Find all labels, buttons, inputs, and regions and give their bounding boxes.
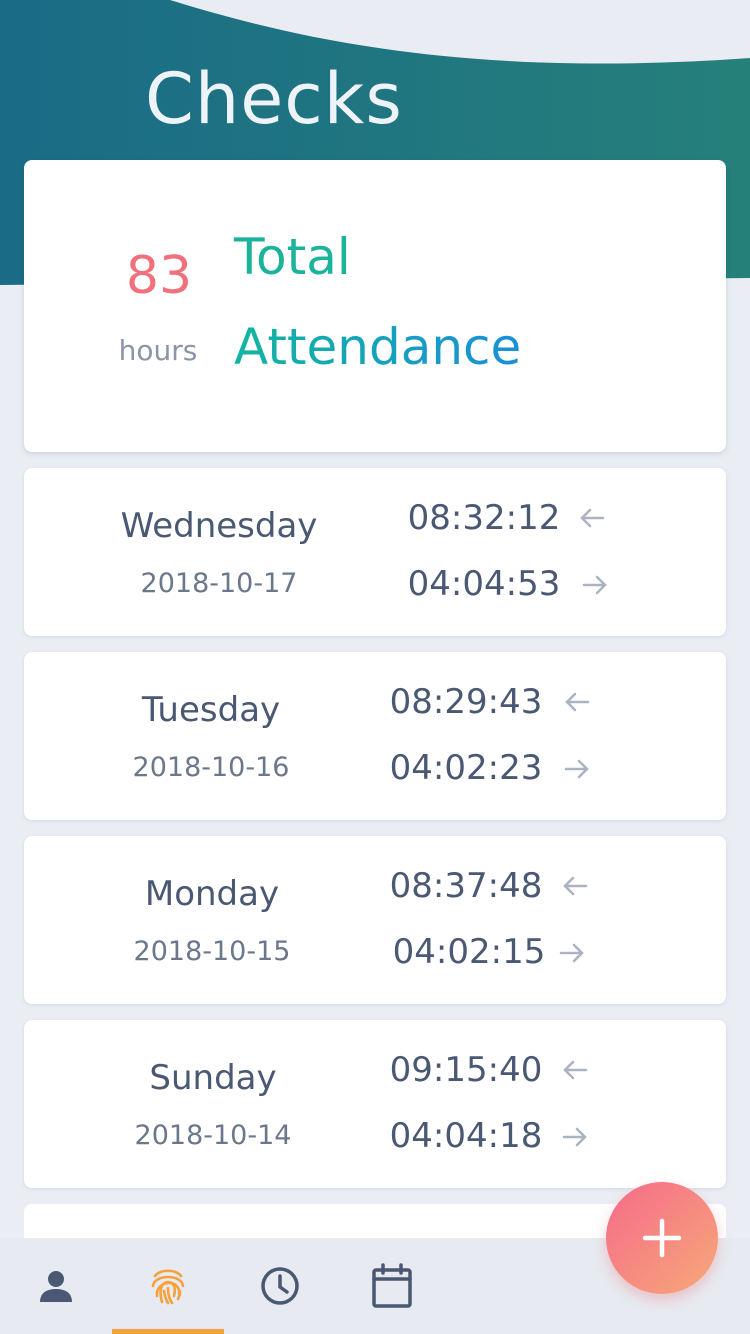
arrow-right-icon <box>564 759 589 779</box>
check-day: Sunday <box>149 1058 277 1098</box>
check-date: 2018-10-14 <box>134 1120 292 1151</box>
check-card[interactable]: Tuesday 2018-10-16 08:29:43 04:02:23 <box>24 652 726 820</box>
tab-profile[interactable] <box>0 1238 112 1334</box>
person-icon <box>40 1271 72 1302</box>
arrow-left-icon <box>580 508 605 528</box>
arrow-right-icon <box>582 575 607 595</box>
clock-icon <box>261 1267 299 1305</box>
summary-card <box>24 160 726 452</box>
tab-calendar[interactable] <box>336 1238 448 1334</box>
check-day: Tuesday <box>141 690 281 730</box>
arrow-left-icon <box>563 1060 588 1080</box>
check-card[interactable]: Monday 2018-10-15 08:37:48 04:02:15 <box>24 836 726 1004</box>
check-day: Wednesday <box>120 506 318 546</box>
tab-checks[interactable] <box>112 1238 224 1334</box>
plus-icon <box>642 1218 682 1258</box>
check-day: Monday <box>144 874 280 914</box>
check-in-time: 09:15:40 <box>389 1050 543 1090</box>
arrow-left-icon <box>565 692 590 712</box>
check-in-time: 08:32:12 <box>407 498 561 538</box>
summary-label-total: Total <box>234 228 351 286</box>
summary-label-attendance: Attendance <box>234 318 522 376</box>
arrow-right-icon <box>559 943 584 963</box>
check-date: 2018-10-15 <box>133 936 291 967</box>
check-card[interactable]: Wednesday 2018-10-17 08:32:12 04:04:53 <box>24 468 726 636</box>
check-out-time: 04:02:23 <box>389 748 543 788</box>
check-date: 2018-10-16 <box>132 752 290 783</box>
check-out-time: 04:04:18 <box>389 1116 543 1156</box>
tab-history[interactable] <box>224 1238 336 1334</box>
arrow-right-icon <box>562 1127 587 1147</box>
tab-active-indicator <box>112 1329 224 1334</box>
total-hours-value: 83 <box>125 246 193 306</box>
check-date: 2018-10-17 <box>140 568 298 599</box>
check-card[interactable]: Sunday 2018-10-14 09:15:40 04:04:18 <box>24 1020 726 1188</box>
arrow-left-icon <box>563 876 588 896</box>
calendar-icon <box>372 1263 412 1308</box>
fingerprint-icon <box>151 1269 185 1305</box>
check-out-time: 04:04:53 <box>407 564 561 604</box>
check-in-time: 08:37:48 <box>389 866 543 906</box>
add-check-button[interactable] <box>606 1182 718 1294</box>
total-hours-unit: hours <box>118 334 198 367</box>
check-in-time: 08:29:43 <box>389 682 543 722</box>
page-title: Checks <box>145 58 403 140</box>
